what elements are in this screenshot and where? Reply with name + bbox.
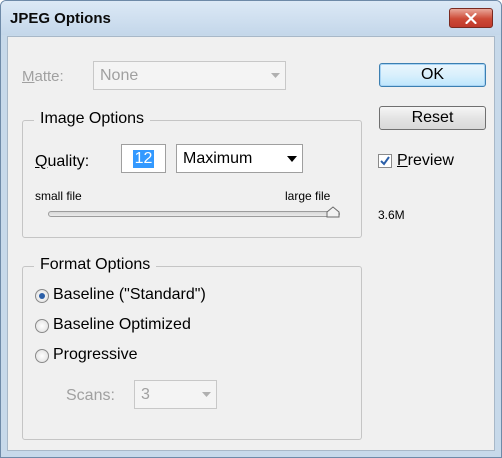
preview-checkbox[interactable] bbox=[378, 154, 392, 168]
radio-progressive[interactable] bbox=[35, 349, 49, 363]
close-icon bbox=[465, 12, 477, 24]
radio-baseline-standard-label[interactable]: Baseline ("Standard") bbox=[53, 286, 206, 304]
ok-button[interactable]: OK bbox=[379, 63, 486, 87]
quality-input[interactable]: 12 bbox=[121, 144, 166, 173]
matte-label: Matte: bbox=[22, 68, 64, 85]
radio-baseline-optimized-label[interactable]: Baseline Optimized bbox=[53, 316, 191, 334]
preview-file-size: 3.6M bbox=[378, 208, 405, 222]
slider-min-label: small file bbox=[35, 189, 82, 203]
close-button[interactable] bbox=[449, 8, 493, 28]
radio-baseline-optimized[interactable] bbox=[35, 319, 49, 333]
scans-value: 3 bbox=[141, 385, 150, 403]
image-options-title: Image Options bbox=[34, 110, 151, 128]
quality-slider-track[interactable] bbox=[48, 211, 340, 217]
radio-baseline-standard[interactable] bbox=[35, 289, 49, 303]
radio-progressive-label[interactable]: Progressive bbox=[53, 346, 137, 364]
chevron-down-icon bbox=[196, 381, 216, 408]
preview-label[interactable]: Preview bbox=[397, 152, 454, 170]
checkmark-icon bbox=[380, 156, 390, 166]
scans-select[interactable]: 3 bbox=[134, 380, 217, 409]
scans-label: Scans: bbox=[66, 387, 115, 404]
format-options-title: Format Options bbox=[34, 256, 157, 274]
quality-preset-select[interactable]: Maximum bbox=[176, 144, 303, 173]
chevron-down-icon bbox=[282, 145, 302, 172]
chevron-down-icon bbox=[265, 62, 285, 89]
matte-select[interactable]: None bbox=[93, 61, 286, 90]
quality-preset-value: Maximum bbox=[183, 149, 253, 167]
window-title: JPEG Options bbox=[10, 10, 111, 27]
reset-button[interactable]: Reset bbox=[379, 106, 486, 130]
matte-value: None bbox=[100, 66, 139, 84]
slider-max-label: large file bbox=[285, 189, 331, 203]
quality-slider-thumb[interactable] bbox=[326, 206, 340, 218]
image-options-group: Image Options bbox=[22, 110, 362, 238]
dialog-window: JPEG Options Matte: None Image Options Q… bbox=[0, 0, 502, 458]
title-bar[interactable]: JPEG Options bbox=[1, 1, 501, 35]
dialog-body: Matte: None Image Options Quality: 12 Ma… bbox=[7, 36, 495, 451]
quality-label: Quality: bbox=[35, 153, 90, 170]
quality-value: 12 bbox=[132, 149, 155, 168]
